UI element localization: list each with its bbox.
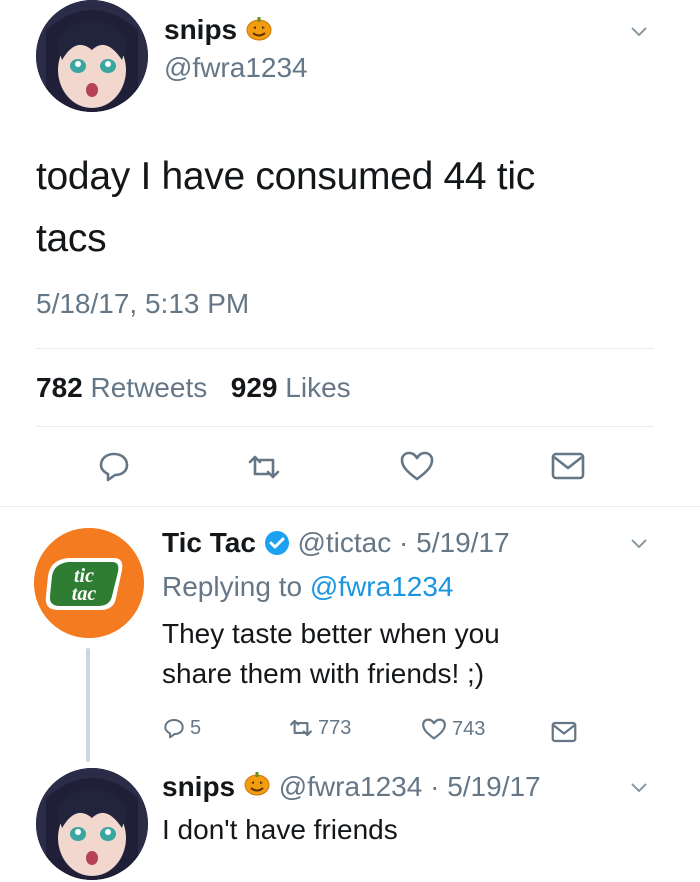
avatar[interactable]: [36, 0, 148, 112]
reply-text-line1: They taste better when you: [162, 618, 500, 649]
reply-icon[interactable]: [96, 448, 132, 484]
share-icon[interactable]: [550, 720, 578, 744]
avatar-image: [36, 0, 148, 112]
reply-date[interactable]: 5/19/17: [416, 527, 509, 558]
reply-handle[interactable]: @tictac: [297, 527, 391, 558]
display-name-text[interactable]: snips: [164, 14, 237, 45]
thread-line: [86, 648, 90, 762]
logo-line2: tac: [72, 583, 97, 605]
chevron-down-icon[interactable]: [628, 532, 650, 554]
share-icon[interactable]: [550, 450, 586, 482]
section-divider: [0, 506, 700, 507]
second-reply-date[interactable]: 5/19/17: [447, 771, 540, 802]
divider: [36, 348, 654, 349]
likes-count[interactable]: 929: [231, 372, 278, 403]
separator: ·: [399, 527, 409, 558]
timestamp[interactable]: 5/18/17, 5:13 PM: [36, 286, 249, 322]
second-reply-text: I don't have friends: [162, 814, 398, 845]
chevron-down-icon[interactable]: [628, 20, 650, 42]
replying-to-prefix: Replying to: [162, 571, 303, 602]
reply-display-name[interactable]: Tic Tac: [162, 527, 256, 558]
display-name[interactable]: snips: [164, 14, 273, 49]
second-reply-header: snips @fwra1234 · 5/19/17: [162, 770, 541, 805]
like-count: 743: [452, 717, 486, 740]
replying-to: Replying to @fwra1234: [162, 570, 453, 604]
retweet-icon[interactable]: [286, 716, 316, 740]
tweet-stats: 782 Retweets 929 Likes: [36, 370, 351, 406]
verified-icon: [264, 530, 290, 556]
retweets-count[interactable]: 782: [36, 372, 83, 403]
reply-icon[interactable]: [162, 716, 186, 740]
reply-count: 5: [190, 716, 202, 739]
chevron-down-icon[interactable]: [628, 776, 650, 798]
reply-text-line2: share them with friends! ;): [162, 658, 485, 689]
retweet-count: 773: [318, 716, 352, 739]
retweet-action[interactable]: 773: [286, 716, 351, 740]
tictac-logo: tic tac: [34, 528, 144, 638]
handle[interactable]: @fwra1234: [164, 52, 308, 84]
like-action[interactable]: 743: [420, 716, 485, 742]
retweets-label[interactable]: Retweets: [91, 372, 208, 403]
like-icon[interactable]: [420, 716, 448, 742]
replying-to-handle[interactable]: @fwra1234: [310, 571, 454, 602]
pumpkin-icon: [245, 14, 273, 49]
reply-header: Tic Tac @tictac · 5/19/17: [162, 526, 510, 560]
second-reply-display-name[interactable]: snips: [162, 771, 235, 802]
reply-action[interactable]: 5: [162, 716, 201, 740]
pumpkin-icon: [243, 769, 271, 805]
tictac-avatar[interactable]: tic tac: [34, 528, 144, 638]
separator: ·: [430, 771, 440, 802]
like-icon[interactable]: [398, 448, 436, 484]
avatar[interactable]: [36, 768, 148, 880]
avatar-image: [36, 768, 148, 880]
divider: [36, 426, 654, 427]
second-reply-handle[interactable]: @fwra1234: [279, 771, 423, 802]
likes-label[interactable]: Likes: [285, 372, 350, 403]
tweet-text: today I have consumed 44 tic tacs: [36, 155, 535, 260]
retweet-icon[interactable]: [244, 450, 284, 484]
